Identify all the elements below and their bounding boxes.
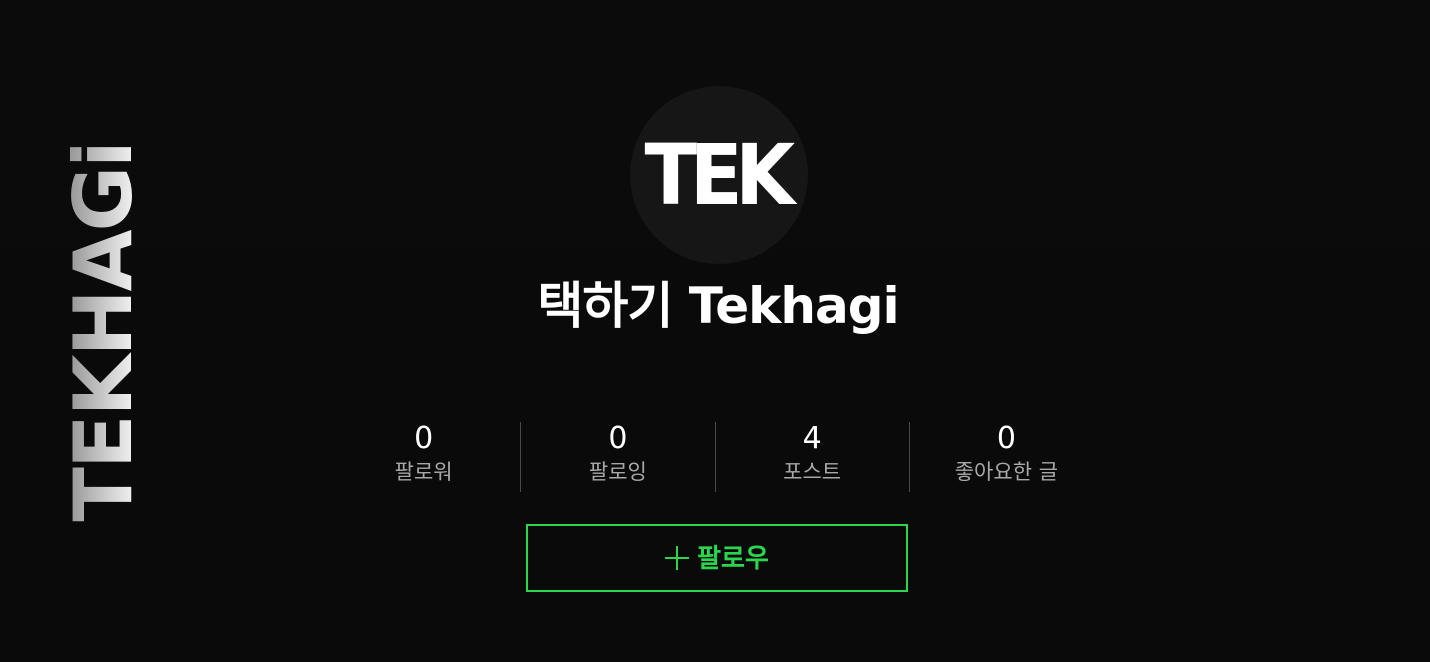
stat-label: 좋아요한 글	[954, 460, 1059, 484]
stat-followers[interactable]: 0 팔로워	[327, 422, 520, 492]
profile-name: 택하기 Tekhagi	[537, 277, 899, 335]
profile-page: TEKHAGi TEK 택하기 Tekhagi 0 팔로워 0 팔로잉 4 포스…	[0, 0, 1430, 662]
stat-posts[interactable]: 4 포스트	[714, 421, 909, 492]
stat-value: 0	[996, 421, 1016, 456]
stat-liked-posts[interactable]: 0 좋아요한 글	[908, 421, 1103, 492]
stat-value: 0	[414, 421, 434, 456]
follow-button[interactable]: 팔로우	[526, 524, 908, 592]
stat-value: 4	[802, 421, 822, 456]
profile-avatar: TEK	[630, 86, 808, 264]
stat-label: 팔로잉	[588, 460, 647, 484]
stat-label: 포스트	[783, 460, 842, 484]
stat-label: 팔로워	[394, 460, 453, 484]
plus-icon	[665, 546, 690, 570]
avatar-logo-text: TEK	[644, 126, 796, 224]
stat-value: 0	[608, 421, 628, 456]
stat-following[interactable]: 0 팔로잉	[520, 422, 714, 492]
profile-stats: 0 팔로워 0 팔로잉 4 포스트 0 좋아요한 글	[327, 422, 1103, 492]
follow-button-label: 팔로우	[697, 543, 769, 573]
